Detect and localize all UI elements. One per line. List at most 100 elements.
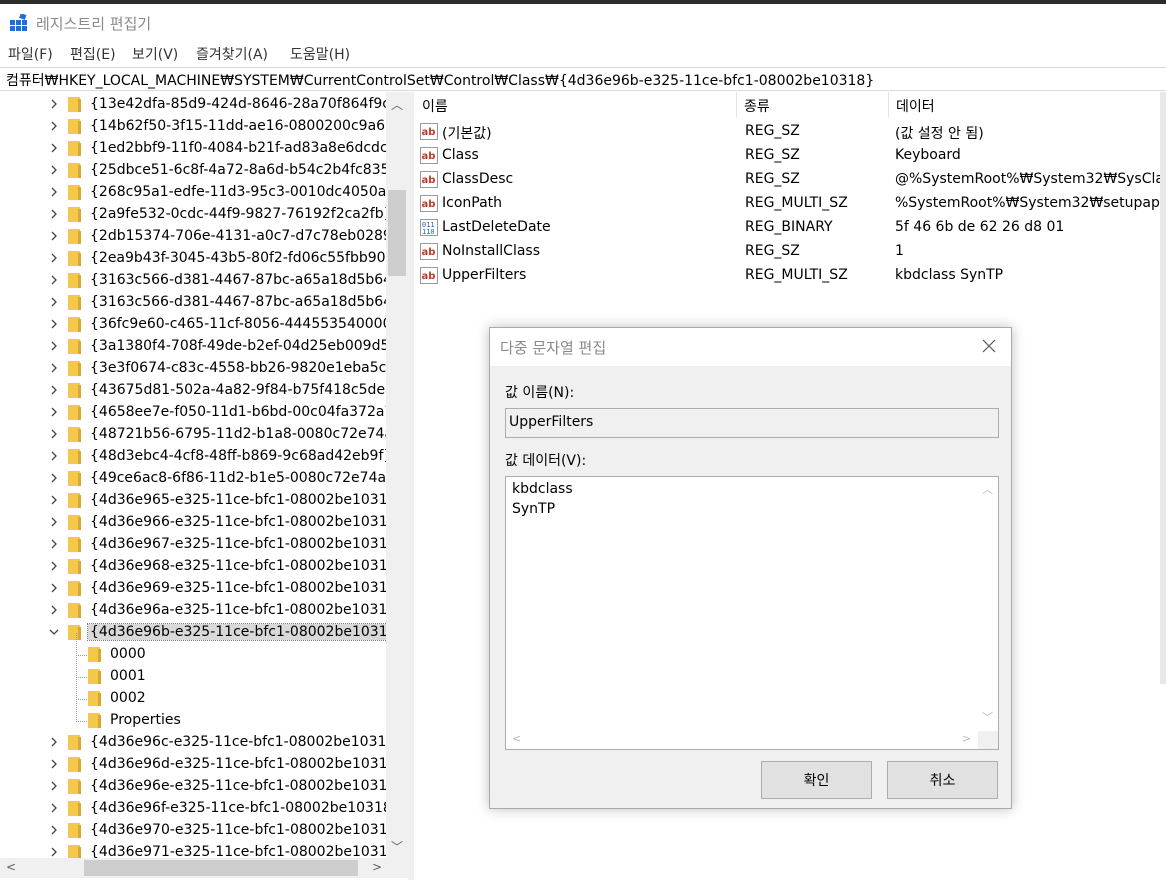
scroll-right-arrow-icon[interactable]: > <box>372 860 382 874</box>
chevron-right-icon[interactable] <box>48 164 60 176</box>
tree-node[interactable]: {4d36e970-e325-11ce-bfc1-08002be10318} <box>0 820 405 842</box>
chevron-right-icon[interactable] <box>48 406 60 418</box>
tree-node[interactable]: {4d36e965-e325-11ce-bfc1-08002be10318} <box>0 490 405 512</box>
tree-node-label[interactable]: {4d36e96a-e325-11ce-bfc1-08002be10318} <box>88 602 407 618</box>
chevron-right-icon[interactable] <box>48 428 60 440</box>
tree-node-label[interactable]: {2db15374-706e-4131-a0c7-d7c78eb0289a} <box>88 228 408 244</box>
tree-node[interactable]: {4d36e96a-e325-11ce-bfc1-08002be10318} <box>0 600 405 622</box>
chevron-right-icon[interactable] <box>48 252 60 264</box>
tree-node-label[interactable]: {4d36e96b-e325-11ce-bfc1-08002be10318} <box>86 623 408 641</box>
tree-node-label[interactable]: {268c95a1-edfe-11d3-95c3-0010dc4050a5} <box>88 184 406 200</box>
tree-node-label[interactable]: {4d36e968-e325-11ce-bfc1-08002be10318} <box>88 558 407 574</box>
value-row[interactable]: ab (기본값) REG_SZ (값 설정 안 됨) <box>414 120 1166 144</box>
column-header-name[interactable]: 이름 <box>422 96 448 116</box>
tree-node-label[interactable]: {3163c566-d381-4467-87bc-a65a18d5b648} <box>88 272 408 288</box>
chevron-right-icon[interactable] <box>48 824 60 836</box>
chevron-right-icon[interactable] <box>48 186 60 198</box>
chevron-right-icon[interactable] <box>48 274 60 286</box>
chevron-right-icon[interactable] <box>48 846 60 858</box>
column-divider[interactable] <box>888 92 889 118</box>
tree-node[interactable]: {2ea9b43f-3045-43b5-80f2-fd06c55fbb90} <box>0 248 394 270</box>
tree-node[interactable]: {268c95a1-edfe-11d3-95c3-0010dc4050a5} <box>0 182 404 204</box>
tree-node-label[interactable]: {3163c566-d381-4467-87bc-a65a18d5b649} <box>88 294 408 310</box>
tree-node[interactable]: 0000 <box>0 633 386 666</box>
chevron-right-icon[interactable] <box>48 582 60 594</box>
tree-node-label[interactable]: {4d36e96c-e325-11ce-bfc1-08002be10318} <box>88 734 406 750</box>
tree-node-label[interactable]: {2a9fe532-0cdc-44f9-9827-76192f2ca2fb} <box>88 206 395 222</box>
tree-node[interactable]: {4d36e969-e325-11ce-bfc1-08002be10318} <box>0 578 405 600</box>
tree-node[interactable]: {4d36e96d-e325-11ce-bfc1-08002be10318} <box>0 754 405 776</box>
tree-node[interactable]: {14b62f50-3f15-11dd-ae16-0800200c9a66} <box>0 116 403 138</box>
tree-vertical-scroll-thumb[interactable] <box>388 190 406 276</box>
ok-button[interactable]: 확인 <box>761 761 872 799</box>
tree-node-label[interactable]: {4d36e96d-e325-11ce-bfc1-08002be10318} <box>88 756 407 772</box>
chevron-right-icon[interactable] <box>48 362 60 374</box>
tree-node-label[interactable]: {4d36e969-e325-11ce-bfc1-08002be10318} <box>88 580 407 596</box>
tree-node[interactable]: {13e42dfa-85d9-424d-8646-28a70f864f9c} <box>0 94 399 116</box>
tree-node[interactable]: {4d36e966-e325-11ce-bfc1-08002be10318} <box>0 512 405 534</box>
tree-node-label[interactable]: 0000 <box>108 646 148 662</box>
chevron-right-icon[interactable] <box>48 560 60 572</box>
chevron-right-icon[interactable] <box>48 494 60 506</box>
tree-node[interactable]: {1ed2bbf9-11f0-4084-b21f-ad83a8e6dcdc} <box>0 138 397 160</box>
tree-node[interactable]: {48721b56-6795-11d2-b1a8-0080c72e74a2} <box>0 424 408 446</box>
tree-node-label[interactable]: {4658ee7e-f050-11d1-b6bd-00c04fa372a7} <box>88 404 404 420</box>
column-header-data[interactable]: 데이터 <box>896 96 935 116</box>
tree-node-label[interactable]: {4d36e96e-e325-11ce-bfc1-08002be10318} <box>88 778 407 794</box>
tree-node[interactable]: {3a1380f4-708f-49de-b2ef-04d25eb009d5} <box>0 336 398 358</box>
chevron-right-icon[interactable] <box>48 472 60 484</box>
tree-node-label[interactable]: {36fc9e60-c465-11cf-8056-444553540000} <box>88 316 402 332</box>
column-header-type[interactable]: 종류 <box>744 96 770 116</box>
chevron-right-icon[interactable] <box>48 604 60 616</box>
tree-node[interactable]: 0001 <box>0 655 386 688</box>
tree-node[interactable]: {3163c566-d381-4467-87bc-a65a18d5b648} <box>0 270 408 292</box>
tree-node[interactable]: {25dbce51-6c8f-4a72-8a6d-b54c2b4fc835} <box>0 160 398 182</box>
tree-node[interactable]: 0002 <box>0 677 386 710</box>
chevron-right-icon[interactable] <box>48 120 60 132</box>
chevron-right-icon[interactable] <box>48 142 60 154</box>
tree-node-label[interactable]: {13e42dfa-85d9-424d-8646-28a70f864f9c} <box>88 96 401 112</box>
tree-node[interactable]: {43675d81-502a-4a82-9f84-b75f418c5dea} <box>0 380 403 402</box>
tree-node-label[interactable]: {4d36e967-e325-11ce-bfc1-08002be10318} <box>88 536 407 552</box>
tree-node[interactable]: {4d36e96f-e325-11ce-bfc1-08002be10318} <box>0 798 401 820</box>
tree-node-label[interactable]: {48d3ebc4-4cf8-48ff-b869-9c68ad42eb9f} <box>88 448 394 464</box>
tree-node[interactable]: {3163c566-d381-4467-87bc-a65a18d5b649} <box>0 292 408 314</box>
chevron-right-icon[interactable] <box>48 802 60 814</box>
scroll-up-arrow-icon[interactable]: ︿ <box>982 481 993 497</box>
close-icon[interactable] <box>980 337 998 355</box>
tree-node[interactable]: {36fc9e60-c465-11cf-8056-444553540000} <box>0 314 400 336</box>
tree-node[interactable]: {4d36e96b-e325-11ce-bfc1-08002be10318} <box>0 622 408 644</box>
tree-node-label[interactable]: {14b62f50-3f15-11dd-ae16-0800200c9a66} <box>88 118 405 134</box>
tree-node[interactable]: {48d3ebc4-4cf8-48ff-b869-9c68ad42eb9f} <box>0 446 392 468</box>
tree-node[interactable]: {2db15374-706e-4131-a0c7-d7c78eb0289a} <box>0 226 408 248</box>
tree-node-label[interactable]: 0001 <box>108 668 148 684</box>
textarea-vertical-scrollbar[interactable]: ︿ ﹀ <box>978 477 998 731</box>
tree-node-label[interactable]: {3a1380f4-708f-49de-b2ef-04d25eb009d5} <box>88 338 400 354</box>
tree-node[interactable]: {4d36e967-e325-11ce-bfc1-08002be10318} <box>0 534 405 556</box>
tree-node-label[interactable]: {48721b56-6795-11d2-b1a8-0080c72e74a2} <box>88 426 408 442</box>
tree-node-label[interactable]: {2ea9b43f-3045-43b5-80f2-fd06c55fbb90} <box>88 250 396 266</box>
value-row[interactable]: ab ClassDesc REG_SZ @%SystemRoot%₩System32₩… <box>414 168 1166 192</box>
tree-node[interactable]: {49ce6ac8-6f86-11d2-b1e5-0080c72e74a2} <box>0 468 404 490</box>
chevron-right-icon[interactable] <box>48 538 60 550</box>
address-path[interactable]: 컴퓨터₩HKEY_LOCAL_MACHINE₩SYSTEM₩CurrentCon… <box>6 70 874 90</box>
menu-view[interactable]: 보기(V) <box>132 44 178 64</box>
chevron-right-icon[interactable] <box>48 516 60 528</box>
scroll-left-arrow-icon[interactable]: < <box>512 732 521 745</box>
chevron-down-icon[interactable] <box>48 626 60 638</box>
tree-node-label[interactable]: {4d36e966-e325-11ce-bfc1-08002be10318} <box>88 514 407 530</box>
scroll-down-arrow-icon[interactable]: ﹀ <box>391 838 403 855</box>
menu-favorites[interactable]: 즐겨찾기(A) <box>196 44 268 64</box>
tree-node-label[interactable]: {4d36e96f-e325-11ce-bfc1-08002be10318} <box>88 800 403 816</box>
tree-node-label[interactable]: 0002 <box>108 690 148 706</box>
menu-file[interactable]: 파일(F) <box>8 44 53 64</box>
chevron-right-icon[interactable] <box>48 780 60 792</box>
chevron-right-icon[interactable] <box>48 758 60 770</box>
chevron-right-icon[interactable] <box>48 296 60 308</box>
scroll-right-arrow-icon[interactable]: > <box>962 732 971 745</box>
menu-help[interactable]: 도움말(H) <box>290 44 350 64</box>
value-row[interactable]: ab NoInstallClass REG_SZ 1 <box>414 240 1166 264</box>
tree-node-label[interactable]: Properties <box>108 712 183 728</box>
value-row[interactable]: ab Class REG_SZ Keyboard <box>414 144 1166 168</box>
chevron-right-icon[interactable] <box>48 230 60 242</box>
